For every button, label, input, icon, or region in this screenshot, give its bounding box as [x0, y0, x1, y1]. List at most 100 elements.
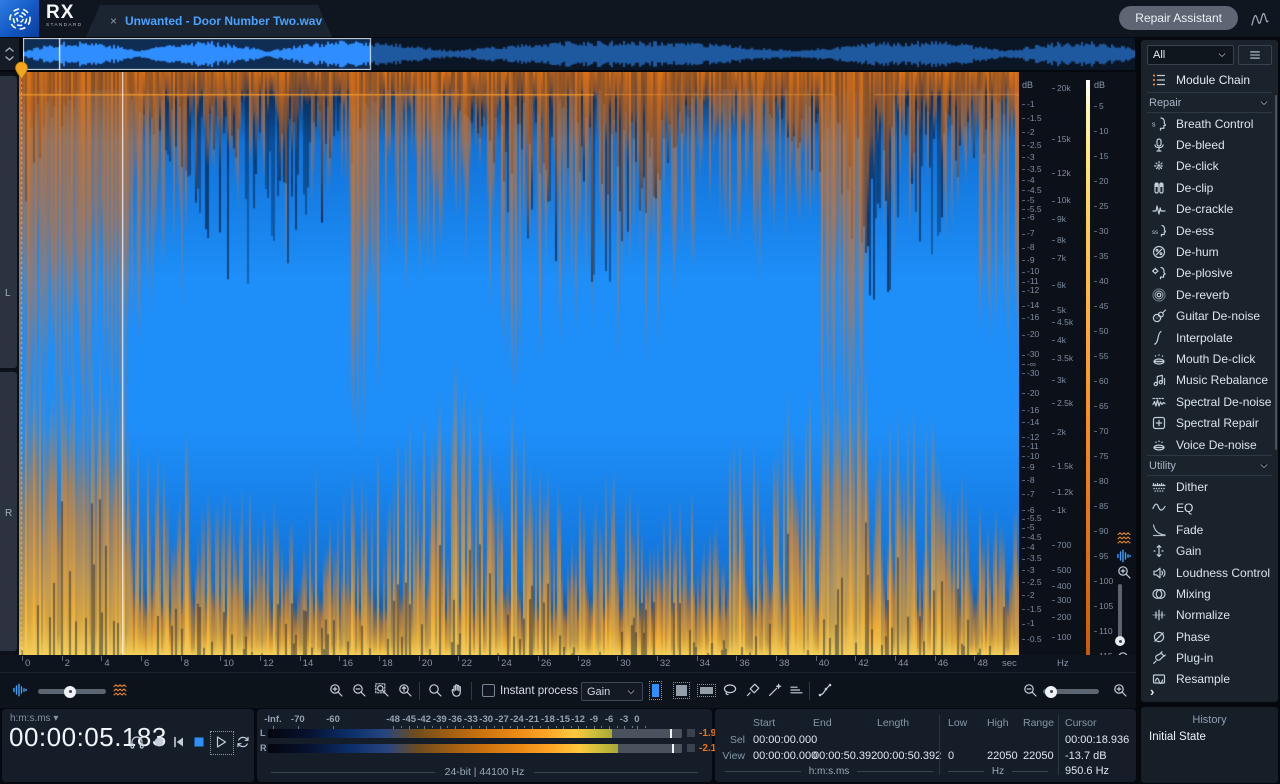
module-item-spectral-de-noise[interactable]: Spectral De-noise	[1141, 391, 1278, 412]
horizontal-zoom-out-icon[interactable]	[1022, 682, 1040, 700]
module-item-de-plosive[interactable]: De-plosive	[1141, 263, 1278, 284]
module-item-mixing[interactable]: Mixing	[1141, 583, 1278, 604]
module-item-resample[interactable]: Resample	[1141, 669, 1278, 690]
spectrogram-display[interactable]	[19, 72, 1019, 655]
go-to-start-button[interactable]	[171, 734, 189, 752]
vertical-zoom-slider[interactable]	[1115, 584, 1125, 646]
view-blend-slider[interactable]	[38, 682, 106, 700]
module-item-normalize[interactable]: Normalize	[1141, 605, 1278, 626]
history-item[interactable]: Initial State	[1149, 731, 1278, 743]
spectrogram-view-icon[interactable]	[1112, 530, 1136, 546]
grab-tool-icon[interactable]	[449, 682, 467, 700]
time-tick-label: 12	[263, 658, 274, 669]
zoom-out-icon[interactable]	[351, 682, 369, 700]
signal-chain-icon[interactable]	[817, 682, 835, 700]
horizontal-zoom-in-icon[interactable]	[1112, 682, 1130, 700]
meter-channel-label: R	[260, 743, 267, 753]
zoom-selection-icon[interactable]	[374, 682, 392, 700]
vertical-zoom-knob[interactable]	[1115, 636, 1125, 646]
axis-tick: 100	[1094, 576, 1113, 586]
brush-tool-icon[interactable]	[745, 682, 763, 700]
module-item-music-rebalance[interactable]: Music Rebalance	[1141, 370, 1278, 391]
module-item-de-reverb[interactable]: De-reverb	[1141, 284, 1278, 305]
horizontal-zoom-knob[interactable]	[1045, 685, 1057, 698]
monitor-button[interactable]	[129, 734, 147, 752]
module-chain-label: Module Chain	[1176, 73, 1251, 87]
column-high: High	[987, 717, 1009, 729]
time-selection-tool[interactable]	[649, 681, 662, 700]
spectrogram-mode-icon[interactable]	[112, 682, 130, 700]
zoom-in-icon[interactable]	[328, 682, 346, 700]
module-item-de-crackle[interactable]: De-crackle	[1141, 199, 1278, 220]
module-chain-item[interactable]: Module Chain	[1141, 68, 1278, 92]
record-button[interactable]	[151, 734, 169, 752]
instant-process-checkbox[interactable]	[482, 684, 495, 697]
module-item-eq[interactable]: EQ	[1141, 498, 1278, 519]
loop-button[interactable]	[235, 734, 253, 752]
axis-tick: -14	[1022, 300, 1039, 310]
module-sections: Repair s Breath Control De-bleed De-click De-…	[1141, 92, 1278, 722]
waveform-mode-icon[interactable]	[12, 682, 30, 700]
module-item-phase[interactable]: Phase	[1141, 626, 1278, 647]
module-item-de-bleed[interactable]: De-bleed	[1141, 134, 1278, 155]
module-filter-select[interactable]: All	[1147, 45, 1234, 65]
sidebar-scrollbar[interactable]	[1275, 95, 1277, 450]
channel-strip-left[interactable]	[0, 76, 17, 368]
play-button[interactable]	[210, 731, 234, 755]
document-tab[interactable]: × Unwanted - Door Number Two.wav	[86, 5, 332, 37]
axis-tick: 4k	[1052, 335, 1066, 345]
module-item-interpolate[interactable]: Interpolate	[1141, 327, 1278, 348]
horizontal-zoom-slider[interactable]	[1043, 682, 1099, 700]
zoom-reset-icon[interactable]	[397, 682, 415, 700]
view-blend-knob[interactable]	[64, 685, 76, 698]
frequency-selection-tool[interactable]	[697, 684, 716, 697]
module-item-guitar-de-noise[interactable]: Guitar De-noise	[1141, 306, 1278, 327]
module-item-de-ess[interactable]: ss De-ess	[1141, 220, 1278, 241]
instant-process-label: Instant process	[500, 685, 578, 697]
module-item-fade[interactable]: Fade	[1141, 519, 1278, 540]
section-header-utility[interactable]: Utility	[1147, 455, 1272, 477]
vertical-zoom-in-icon[interactable]	[1112, 564, 1136, 580]
module-item-voice-de-noise[interactable]: Voice De-noise	[1141, 434, 1278, 455]
axis-tick: -3	[1022, 565, 1035, 575]
axis-tick: -0.5	[1022, 634, 1042, 644]
module-item-dither[interactable]: Dither	[1141, 476, 1278, 497]
module-item-plug-in[interactable]: Plug-in	[1141, 647, 1278, 668]
module-item-spectral-repair[interactable]: Spectral Repair	[1141, 412, 1278, 433]
process-mode-select[interactable]: Gain	[581, 682, 643, 701]
repair-assistant-button[interactable]: Repair Assistant	[1119, 6, 1238, 30]
magnifier-tool-icon[interactable]	[427, 682, 445, 700]
history-title: History	[1192, 714, 1227, 726]
meter-row-right: R -2.1	[260, 743, 716, 754]
waveform-view-icon[interactable]	[1112, 548, 1136, 564]
time-tick-label: 42	[858, 658, 869, 669]
clip-indicator-left[interactable]	[687, 729, 695, 737]
axis-tick: 1.2k	[1052, 487, 1073, 497]
module-item-breath-control[interactable]: s Breath Control	[1141, 113, 1278, 134]
flatten-tool-icon[interactable]	[788, 682, 806, 700]
meter-channel-label: L	[260, 728, 266, 738]
time-tick-label: 18	[382, 658, 393, 669]
clip-indicator-right[interactable]	[687, 744, 695, 752]
lasso-tool-icon[interactable]	[722, 682, 740, 700]
module-item-gain[interactable]: Gain	[1141, 540, 1278, 561]
module-item-de-clip[interactable]: De-clip	[1141, 177, 1278, 198]
magic-wand-tool-icon[interactable]	[767, 682, 785, 700]
axis-tick: 3.5k	[1052, 353, 1073, 363]
axis-tick: -6	[1022, 212, 1035, 222]
section-header-repair[interactable]: Repair	[1147, 92, 1272, 113]
axis-tick: -3.5	[1022, 553, 1042, 563]
module-menu-button[interactable]	[1238, 45, 1272, 65]
module-item-de-click[interactable]: De-click	[1141, 156, 1278, 177]
stop-button[interactable]	[191, 734, 209, 752]
waveform-overview[interactable]	[23, 38, 1135, 70]
sidebar-expand-icon[interactable]: ›	[1150, 684, 1154, 699]
module-item-de-hum[interactable]: De-hum	[1141, 241, 1278, 262]
axis-tick: 7k	[1052, 253, 1066, 263]
module-item-loudness-control[interactable]: Loudness Control	[1141, 562, 1278, 583]
time-frequency-selection-tool[interactable]	[673, 682, 690, 699]
playhead-marker-icon[interactable]	[14, 61, 29, 80]
module-item-mouth-de-click[interactable]: Mouth De-click	[1141, 348, 1278, 369]
time-ruler[interactable]: 0 2 4 6 8 10 12 14 16 18 20 22 24 26 28 30 32 34 36 38 40 42 4…	[0, 655, 1136, 672]
tab-close-icon[interactable]: ×	[110, 14, 117, 28]
